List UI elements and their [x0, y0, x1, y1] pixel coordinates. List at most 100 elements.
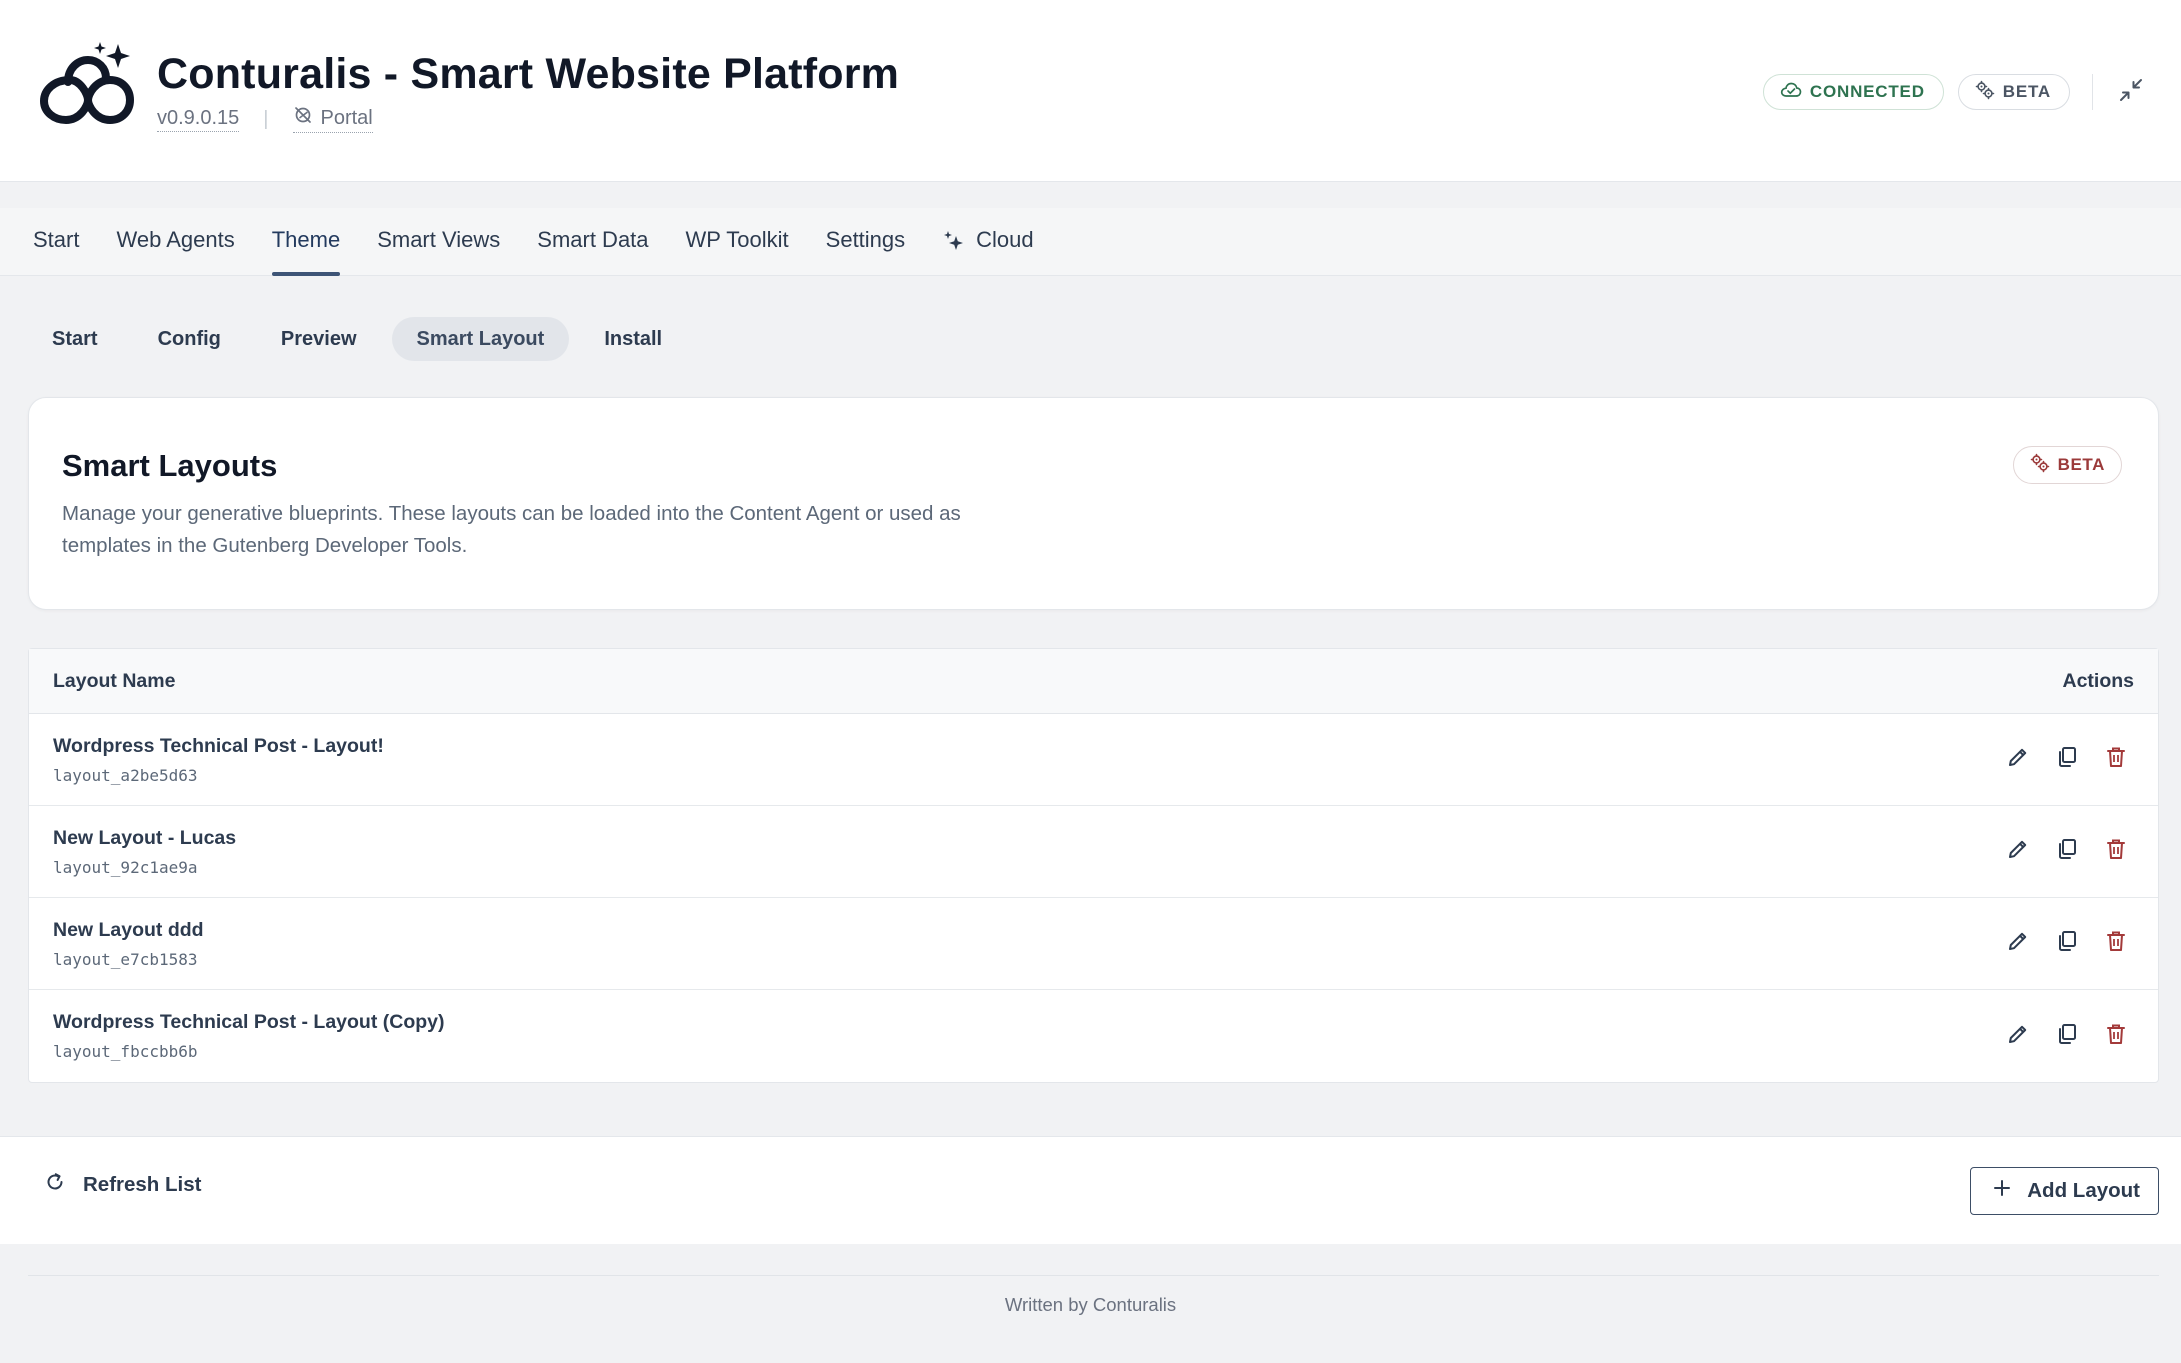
row-actions	[2004, 838, 2134, 866]
table-row: New Layout ddd layout_e7cb1583	[29, 898, 2158, 990]
delete-trash-icon	[2104, 745, 2128, 774]
credit-text: Written by Conturalis	[1004, 1294, 1177, 1315]
beta-badge[interactable]: BETA	[1957, 74, 2070, 110]
tab-label: Settings	[825, 227, 906, 252]
refresh-label: Refresh List	[83, 1173, 202, 1196]
duplicate-button[interactable]	[2053, 930, 2081, 958]
delete-trash-icon	[2104, 837, 2128, 866]
sparkle-icon	[942, 229, 966, 259]
row-info: New Layout ddd layout_e7cb1583	[53, 919, 204, 969]
infinity-sparkle-logo-icon	[40, 40, 136, 126]
add-layout-label: Add Layout	[2027, 1179, 2140, 1202]
layout-name[interactable]: Wordpress Technical Post - Layout (Copy)	[53, 1011, 445, 1034]
column-layout-name: Layout Name	[53, 669, 176, 692]
delete-trash-icon	[2104, 929, 2128, 958]
section-description: Manage your generative blueprints. These…	[62, 502, 961, 557]
footer-action-bar: Refresh List Add Layout	[0, 1136, 2181, 1244]
edit-button[interactable]	[2004, 746, 2032, 774]
app-header: Conturalis - Smart Website Platform v0.9…	[0, 0, 2181, 182]
add-layout-button[interactable]: Add Layout	[1970, 1167, 2159, 1215]
refresh-icon	[44, 1171, 66, 1199]
collapse-arrows-icon	[2118, 77, 2144, 108]
subtab-smart-layout[interactable]: Smart Layout	[391, 317, 570, 361]
duplicate-button[interactable]	[2053, 838, 2081, 866]
duplicate-icon	[2055, 837, 2079, 866]
edit-pencil-icon	[2006, 837, 2030, 866]
tab-wp-toolkit[interactable]: WP Toolkit	[686, 208, 789, 276]
duplicate-button[interactable]	[2053, 746, 2081, 774]
portal-link[interactable]: Portal	[292, 105, 373, 133]
meta-separator: |	[263, 107, 269, 130]
cloud-check-icon	[1780, 81, 1802, 104]
subtab-config[interactable]: Config	[133, 317, 246, 361]
subtab-start[interactable]: Start	[27, 317, 123, 361]
tab-settings[interactable]: Settings	[826, 208, 906, 276]
tab-label: Web Agents	[116, 227, 235, 252]
edit-button[interactable]	[2004, 1022, 2032, 1050]
edit-pencil-icon	[2006, 929, 2030, 958]
layouts-table: Layout Name Actions Wordpress Technical …	[28, 648, 2159, 1083]
footer-divider	[28, 1275, 2159, 1276]
refresh-list-button[interactable]: Refresh List	[44, 1171, 201, 1199]
layout-name[interactable]: Wordpress Technical Post - Layout!	[53, 735, 384, 758]
gears-icon	[2030, 453, 2050, 478]
tab-label: Smart Data	[537, 227, 649, 252]
gears-icon	[1975, 80, 1995, 105]
column-actions: Actions	[2062, 669, 2134, 692]
row-actions	[2004, 746, 2134, 774]
row-info: Wordpress Technical Post - Layout! layou…	[53, 735, 384, 785]
row-actions	[2004, 1022, 2134, 1050]
tab-label: Start	[33, 227, 80, 252]
table-header: Layout Name Actions	[29, 649, 2158, 714]
main-nav: Start Web Agents Theme Smart Views Smart…	[0, 208, 2181, 276]
header-right: CONNECTED BETA	[1762, 72, 2151, 112]
tab-smart-data[interactable]: Smart Data	[537, 208, 648, 276]
row-info: New Layout - Lucas layout_92c1ae9a	[53, 827, 236, 877]
app-title: Conturalis - Smart Website Platform	[157, 50, 900, 98]
layout-id: layout_e7cb1583	[53, 949, 198, 969]
edit-button[interactable]	[2004, 838, 2032, 866]
tab-web-agents[interactable]: Web Agents	[116, 208, 234, 276]
tab-label: Smart Views	[377, 227, 501, 252]
row-info: Wordpress Technical Post - Layout (Copy)…	[53, 1011, 445, 1061]
delete-button[interactable]	[2102, 838, 2130, 866]
tab-cloud[interactable]: Cloud	[942, 208, 1034, 276]
layout-name[interactable]: New Layout ddd	[53, 919, 204, 942]
edit-pencil-icon	[2006, 745, 2030, 774]
card-beta-badge: BETA	[2012, 446, 2122, 484]
layout-id: layout_a2be5d63	[53, 765, 198, 785]
delete-button[interactable]	[2102, 1022, 2130, 1050]
edit-pencil-icon	[2006, 1022, 2030, 1051]
tab-label: Cloud	[976, 227, 1034, 252]
table-row: Wordpress Technical Post - Layout (Copy)…	[29, 990, 2158, 1082]
version-label[interactable]: v0.9.0.15	[157, 107, 240, 132]
delete-trash-icon	[2104, 1022, 2128, 1051]
subtab-preview[interactable]: Preview	[256, 317, 382, 361]
tab-smart-views[interactable]: Smart Views	[377, 208, 500, 276]
delete-button[interactable]	[2102, 930, 2130, 958]
table-row: Wordpress Technical Post - Layout! layou…	[29, 714, 2158, 806]
duplicate-icon	[2055, 1022, 2079, 1051]
tab-start[interactable]: Start	[33, 208, 79, 276]
edit-button[interactable]	[2004, 930, 2032, 958]
subtab-install[interactable]: Install	[579, 317, 687, 361]
portal-off-icon	[293, 105, 313, 131]
duplicate-icon	[2055, 929, 2079, 958]
plus-icon	[1993, 1179, 2011, 1203]
duplicate-icon	[2055, 745, 2079, 774]
tab-label: WP Toolkit	[685, 227, 789, 252]
collapse-button[interactable]	[2111, 72, 2151, 112]
duplicate-button[interactable]	[2053, 1022, 2081, 1050]
tab-label: Theme	[271, 227, 341, 252]
layout-name[interactable]: New Layout - Lucas	[53, 827, 236, 850]
card-beta-label: BETA	[2057, 455, 2105, 474]
table-row: New Layout - Lucas layout_92c1ae9a	[29, 806, 2158, 898]
section-title: Smart Layouts	[62, 448, 278, 483]
portal-label: Portal	[320, 106, 373, 129]
sub-nav: Start Config Preview Smart Layout Instal…	[27, 317, 687, 361]
connected-badge[interactable]: CONNECTED	[1762, 74, 1944, 110]
connected-label: CONNECTED	[1809, 82, 1925, 101]
tab-theme[interactable]: Theme	[271, 208, 341, 276]
delete-button[interactable]	[2102, 746, 2130, 774]
layout-id: layout_fbccbb6b	[53, 1042, 198, 1061]
